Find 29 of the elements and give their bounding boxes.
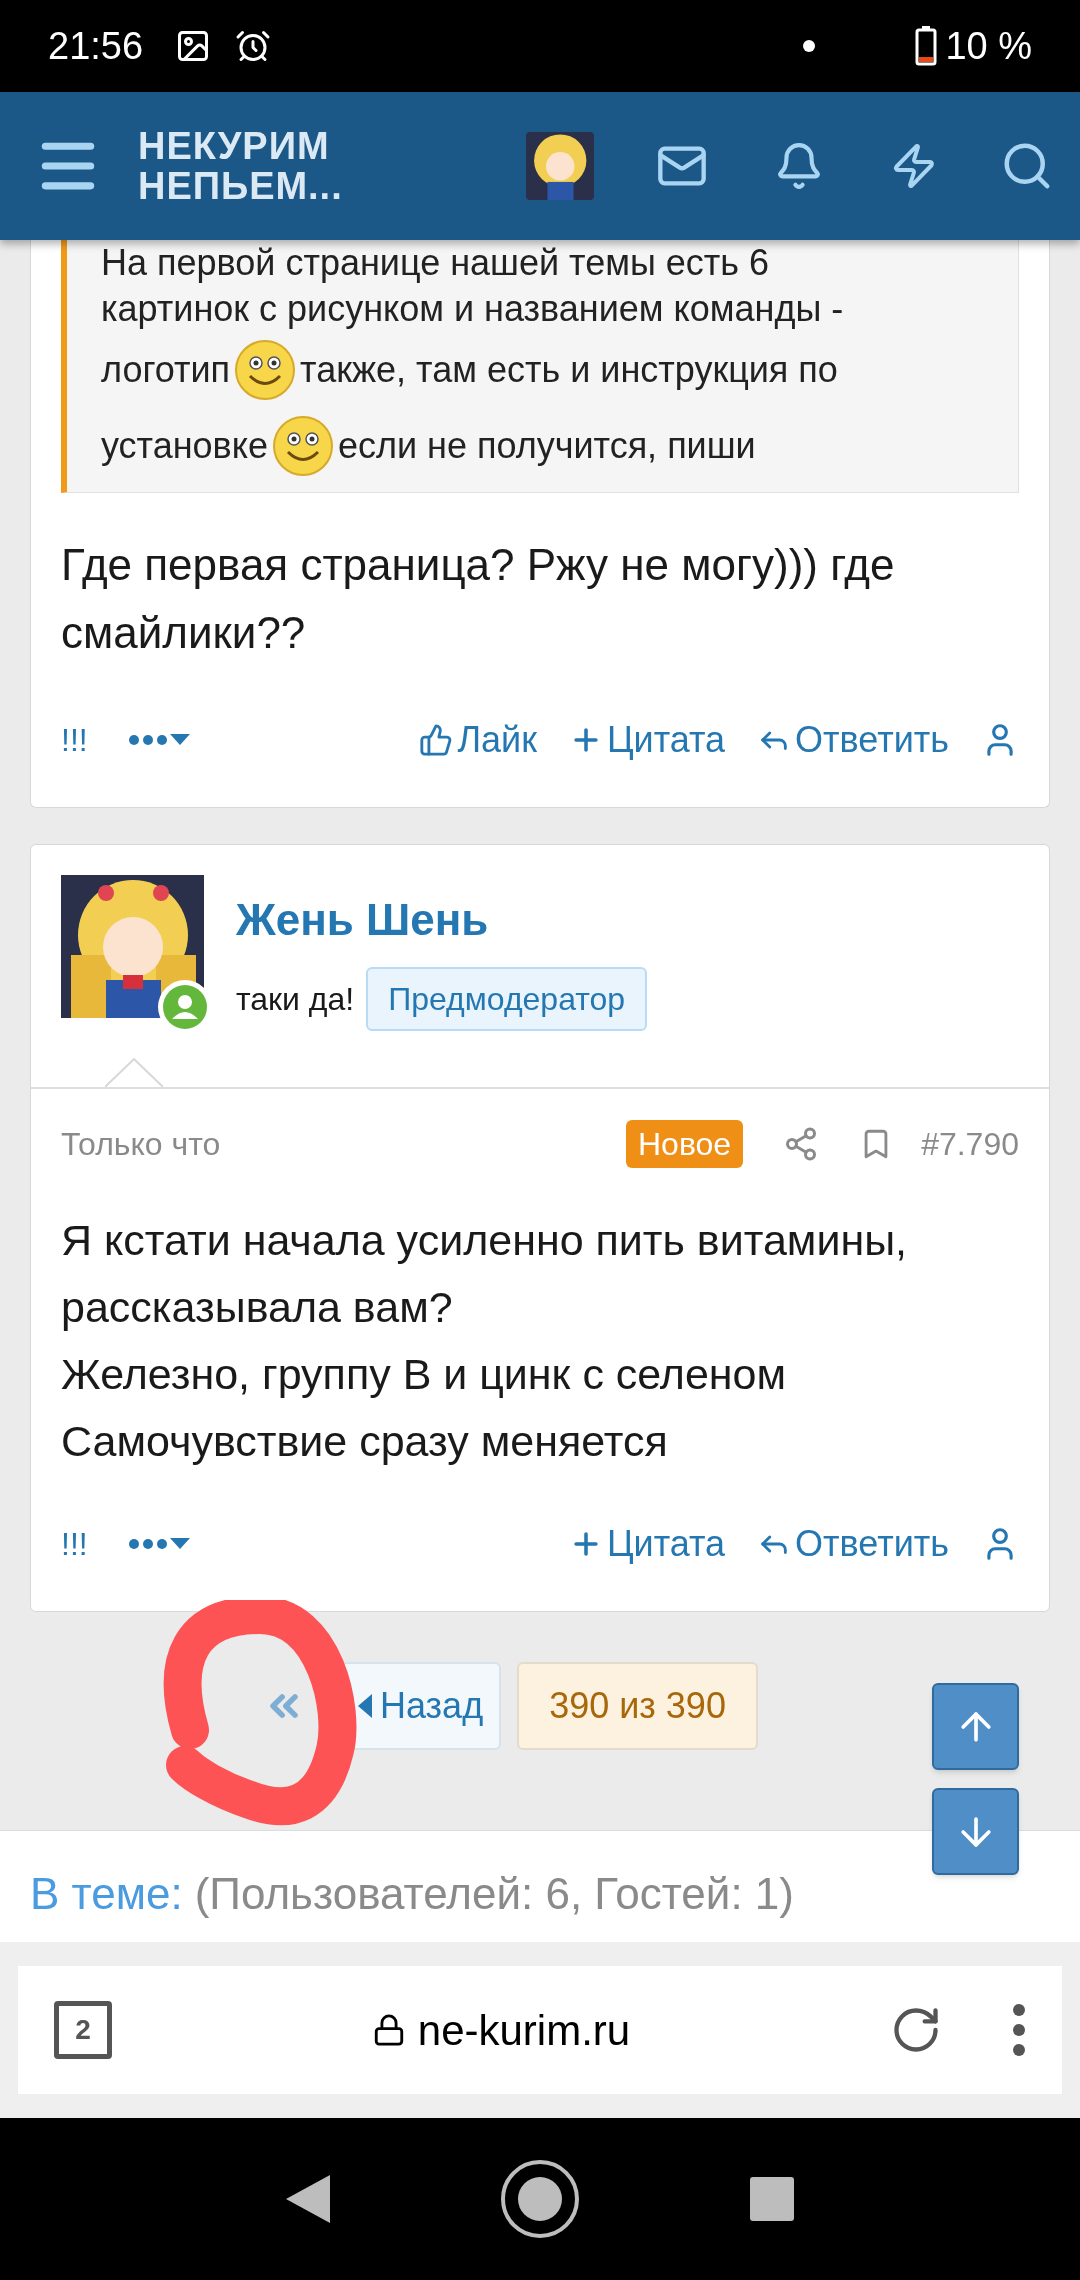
- post-text: Где первая страница? Ржу не могу))) где смайлики??: [61, 539, 896, 659]
- role-badge: Предмодератор: [366, 967, 648, 1031]
- quote-text: картинок с рисунком и названием команды -: [101, 287, 844, 331]
- post-text: Я кстати начала усиленно пить витамины, рассказывала вам? Железно, группу B и цинк с селеном Самочувствие сразу меняется: [61, 1215, 909, 1467]
- battery-percent: 10 %: [945, 23, 1032, 69]
- tabs-button[interactable]: 2: [54, 2001, 112, 2059]
- quote-text: установке: [101, 424, 268, 468]
- user-title: таки да!: [236, 980, 355, 1019]
- reply-link[interactable]: Ответить: [757, 1517, 949, 1571]
- online-counts: (Пользователей: 6, Гостей: 1): [194, 1868, 794, 1920]
- new-badge: Новое: [626, 1120, 744, 1168]
- quote-text: На первой странице нашей темы есть 6: [101, 241, 770, 285]
- post-number[interactable]: #7.790: [921, 1120, 1019, 1168]
- site-logo-text[interactable]: НЕКУРИМ НЕПЬЕМ...: [138, 126, 343, 206]
- like-link[interactable]: Лайк: [419, 713, 537, 767]
- clock-time: 21:56: [48, 23, 144, 69]
- quote-text: если не получится, пиши: [337, 424, 756, 468]
- url-text[interactable]: ne-kurim.ru: [417, 1998, 631, 2062]
- quote-text: также, там есть и инструкция по: [300, 348, 838, 392]
- quote-text: логотип: [101, 348, 231, 392]
- online-label: В теме:: [30, 1868, 183, 1920]
- report-link[interactable]: !!!: [61, 716, 88, 764]
- post-time: Только что: [61, 1125, 221, 1164]
- reply-link[interactable]: Ответить: [757, 713, 949, 767]
- quote-link[interactable]: Цитата: [568, 1517, 726, 1571]
- report-link[interactable]: !!!: [61, 1520, 88, 1568]
- page-indicator[interactable]: 390 из 390: [517, 1662, 758, 1750]
- author-name[interactable]: Жень Шень: [236, 887, 648, 953]
- quote-link[interactable]: Цитата: [568, 713, 726, 767]
